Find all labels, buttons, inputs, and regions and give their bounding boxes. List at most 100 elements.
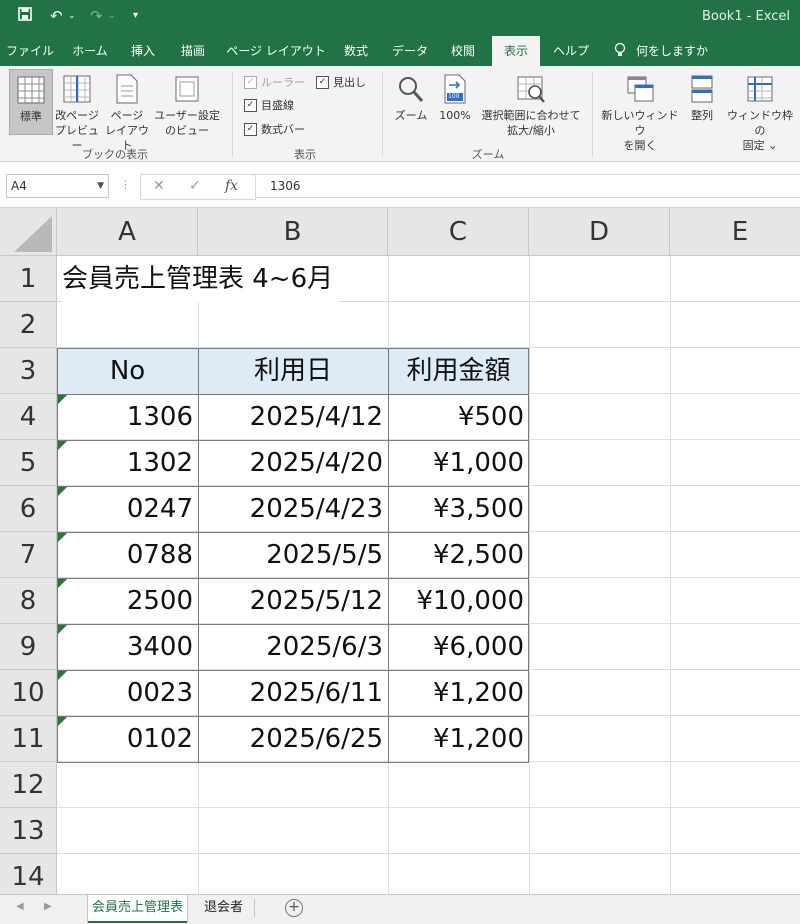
scroll-tabs-left-icon[interactable]: ◀: [16, 901, 24, 912]
row-header[interactable]: 4: [0, 394, 57, 440]
table-cell-amount[interactable]: ¥10,000: [388, 578, 529, 624]
sheet-title-cell[interactable]: 会員売上管理表 4~6月: [62, 256, 340, 302]
zoom-100-button[interactable]: 100 100%: [436, 69, 474, 123]
formula-bar-checkbox[interactable]: ✓ 数式バー: [244, 121, 305, 137]
row-header[interactable]: 5: [0, 440, 57, 486]
table-cell-no[interactable]: 2500: [57, 578, 198, 624]
row-header[interactable]: 13: [0, 808, 57, 854]
zoom-button[interactable]: ズーム: [392, 69, 430, 123]
zoom-to-selection-button[interactable]: 選択範囲に合わせて 拡大/縮小: [478, 69, 584, 138]
column-header-b[interactable]: B: [198, 208, 388, 256]
table-cell-no[interactable]: 1302: [57, 440, 198, 486]
scroll-tabs-right-icon[interactable]: ▶: [44, 901, 52, 912]
row-header[interactable]: 8: [0, 578, 57, 624]
page-break-preview-button[interactable]: 改ページ プレビュー: [54, 69, 100, 153]
column-header-e[interactable]: E: [670, 208, 800, 256]
table-cell-date[interactable]: 2025/5/5: [198, 532, 388, 578]
row-header[interactable]: 10: [0, 670, 57, 716]
table-cell-amount[interactable]: ¥2,500: [388, 532, 529, 578]
page-layout-view-button[interactable]: ページ レイアウト: [102, 69, 152, 153]
table-cell-date[interactable]: 2025/6/11: [198, 670, 388, 716]
table-cell-no[interactable]: 0023: [57, 670, 198, 716]
tab-draw[interactable]: 描画: [172, 36, 214, 66]
tab-review[interactable]: 校閲: [440, 36, 486, 66]
table-cell-date[interactable]: 2025/6/3: [198, 624, 388, 670]
error-indicator-icon[interactable]: [58, 717, 67, 726]
table-border: [57, 762, 529, 763]
table-cell-date[interactable]: 2025/4/12: [198, 394, 388, 440]
new-window-button[interactable]: 新しいウィンドウ を開く: [600, 69, 680, 153]
table-cell-date[interactable]: 2025/5/12: [198, 578, 388, 624]
column-header-d[interactable]: D: [529, 208, 670, 256]
row-header[interactable]: 11: [0, 716, 57, 762]
chevron-down-icon[interactable]: ▼: [97, 175, 104, 197]
table-cell-amount[interactable]: ¥6,000: [388, 624, 529, 670]
header-cell-date[interactable]: 利用日: [198, 348, 388, 394]
freeze-panes-button[interactable]: ウィンドウ枠の 固定 ⌄: [724, 69, 796, 153]
table-cell-no[interactable]: 3400: [57, 624, 198, 670]
insert-function-icon[interactable]: fx: [225, 178, 238, 194]
error-indicator-icon[interactable]: [58, 671, 67, 680]
table-cell-date[interactable]: 2025/4/20: [198, 440, 388, 486]
tab-file[interactable]: ファイル: [6, 36, 54, 66]
error-indicator-icon[interactable]: [58, 395, 67, 404]
tab-data[interactable]: データ: [386, 36, 434, 66]
table-cell-no[interactable]: 1306: [57, 394, 198, 440]
tab-help[interactable]: ヘルプ: [546, 36, 596, 66]
row-header[interactable]: 7: [0, 532, 57, 578]
row-header[interactable]: 9: [0, 624, 57, 670]
table-cell-date[interactable]: 2025/4/23: [198, 486, 388, 532]
tab-formulas[interactable]: 数式: [336, 36, 376, 66]
cancel-icon[interactable]: ✕: [153, 178, 165, 194]
row-header[interactable]: 2: [0, 302, 57, 348]
customize-quick-access-icon[interactable]: ▾: [133, 10, 138, 21]
row-header[interactable]: 1: [0, 256, 57, 302]
tab-view[interactable]: 表示: [492, 36, 540, 66]
enter-checkmark-icon[interactable]: ✓: [189, 178, 201, 194]
select-all-corner[interactable]: [0, 208, 57, 256]
error-indicator-icon[interactable]: [58, 441, 67, 450]
column-header-a[interactable]: A: [57, 208, 198, 256]
table-cell-amount[interactable]: ¥1,200: [388, 716, 529, 762]
sheet-tab-active[interactable]: 会員売上管理表: [88, 895, 188, 923]
checkbox-checked-icon: ✓: [316, 75, 329, 89]
name-box[interactable]: A4 ▼: [6, 174, 109, 198]
sheet-tab-bar: ◀ ▶ 会員売上管理表 退会者 +: [0, 894, 800, 924]
header-cell-amount[interactable]: 利用金額: [388, 348, 529, 394]
sheet-tab[interactable]: 退会者: [200, 895, 247, 921]
row-header[interactable]: 14: [0, 854, 57, 894]
tab-page-layout[interactable]: ページ レイアウト: [224, 36, 328, 66]
tab-home[interactable]: ホーム: [64, 36, 116, 66]
undo-icon[interactable]: ↶: [50, 7, 63, 25]
table-cell-no[interactable]: 0247: [57, 486, 198, 532]
table-cell-amount[interactable]: ¥3,500: [388, 486, 529, 532]
row-header[interactable]: 3: [0, 348, 57, 394]
header-cell-no[interactable]: No: [57, 348, 198, 394]
table-cell-date[interactable]: 2025/6/25: [198, 716, 388, 762]
arrange-all-button[interactable]: 整列: [684, 69, 720, 123]
save-icon[interactable]: [18, 7, 32, 25]
error-indicator-icon[interactable]: [58, 579, 67, 588]
custom-views-button[interactable]: ユーザー設定 のビュー: [152, 69, 222, 138]
error-indicator-icon[interactable]: [58, 533, 67, 542]
table-cell-amount[interactable]: ¥1,200: [388, 670, 529, 716]
table-border: [57, 624, 529, 625]
table-cell-amount[interactable]: ¥500: [388, 394, 529, 440]
error-indicator-icon[interactable]: [58, 487, 67, 496]
formula-input[interactable]: 1306: [256, 174, 800, 198]
redo-icon: ↷: [90, 7, 103, 25]
table-cell-no[interactable]: 0102: [57, 716, 198, 762]
table-cell-no[interactable]: 0788: [57, 532, 198, 578]
row-header[interactable]: 6: [0, 486, 57, 532]
gridlines-checkbox[interactable]: ✓ 目盛線: [244, 97, 294, 113]
add-sheet-icon[interactable]: +: [285, 899, 303, 917]
column-header-c[interactable]: C: [388, 208, 529, 256]
table-cell-amount[interactable]: ¥1,000: [388, 440, 529, 486]
headings-checkbox[interactable]: ✓ 見出し: [316, 74, 366, 90]
row-header[interactable]: 12: [0, 762, 57, 808]
error-indicator-icon[interactable]: [58, 625, 67, 634]
tab-insert[interactable]: 挿入: [122, 36, 164, 66]
normal-view-button[interactable]: 標準: [9, 69, 53, 135]
tell-me-search[interactable]: 何をしますか: [636, 36, 708, 66]
undo-dropdown-icon[interactable]: ⌄: [68, 11, 76, 21]
